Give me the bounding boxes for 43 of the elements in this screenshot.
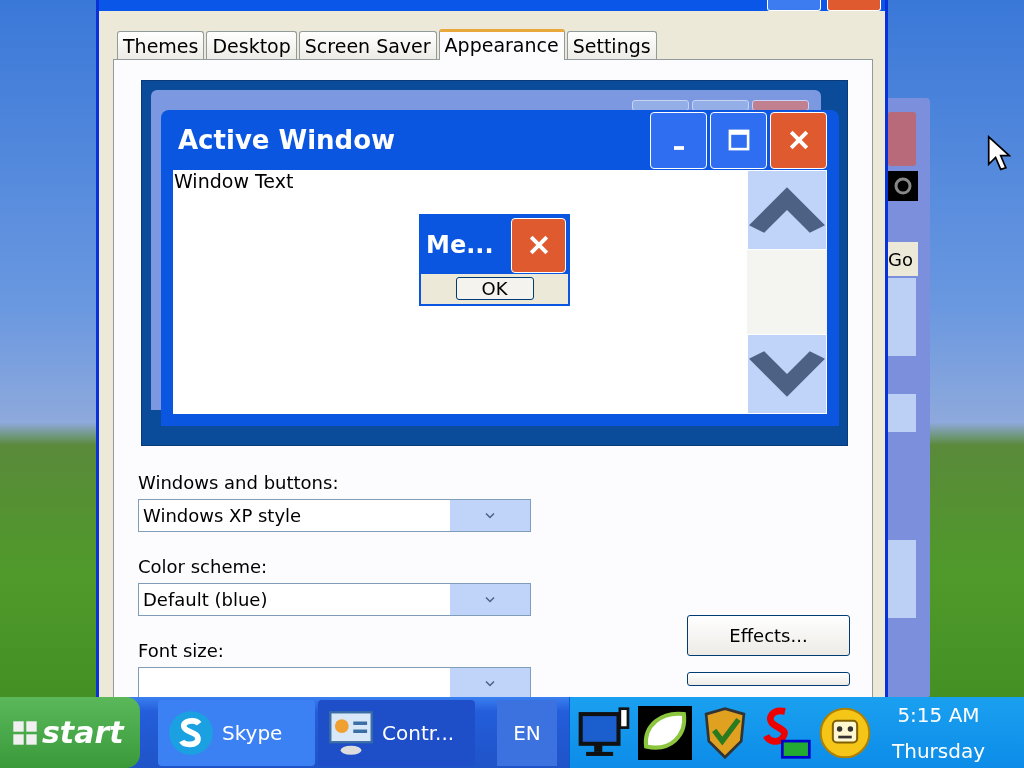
effects-button[interactable]: Effects... (687, 615, 850, 656)
computer-monitor-icon (328, 709, 374, 756)
close-button[interactable] (827, 0, 881, 11)
go-button[interactable]: Go (888, 242, 918, 276)
tab[interactable]: Desktop (206, 31, 297, 59)
maximize-button[interactable] (767, 0, 821, 11)
dropdown[interactable]: Default (blue) (138, 583, 531, 616)
down-arrow-icon (749, 351, 825, 397)
smiley-face-icon[interactable] (818, 705, 872, 760)
setting-label: Windows and buttons: (138, 472, 340, 493)
close-button[interactable] (511, 217, 566, 273)
up-arrow-icon (749, 187, 825, 233)
maximize-button[interactable] (710, 111, 767, 169)
ok-button[interactable]: OK (455, 277, 534, 300)
clock-time: 5:15 AM (897, 702, 980, 727)
taskbar-button[interactable]: Skype (158, 699, 315, 766)
chevron-down-icon (485, 596, 495, 603)
setting-label: Font size: (138, 640, 225, 661)
mouse-cursor-icon (987, 135, 1011, 173)
chevron-down-icon (485, 512, 495, 519)
scroll-thumb[interactable] (888, 394, 916, 432)
windows-logo-icon (12, 719, 38, 746)
chevron-down-icon (485, 680, 495, 687)
dropdown[interactable]: Windows XP style (138, 499, 531, 532)
setting-label: Color scheme: (138, 556, 269, 577)
tab[interactable]: Settings (566, 31, 657, 59)
tab[interactable]: Screen Saver (298, 31, 437, 59)
scroll-down-button[interactable] (747, 334, 827, 414)
leaf-icon[interactable] (638, 705, 692, 760)
tab[interactable]: Themes (117, 31, 205, 59)
window-text: Window Text (173, 170, 294, 192)
s-logo-icon (168, 709, 214, 756)
taskbar-button[interactable]: Contr... (318, 699, 475, 766)
message-box-title: Me... (426, 231, 494, 259)
window-title: Active Window (177, 125, 397, 155)
minimize-icon (673, 146, 684, 150)
minimize-button[interactable] (650, 111, 707, 169)
tab[interactable]: Appearance (438, 29, 565, 60)
language-indicator[interactable]: EN (497, 699, 557, 766)
scroll-up-button[interactable] (747, 170, 827, 250)
dialog-button[interactable] (687, 672, 850, 686)
close-button[interactable] (770, 111, 827, 169)
clock-day: Thursday (892, 738, 985, 763)
